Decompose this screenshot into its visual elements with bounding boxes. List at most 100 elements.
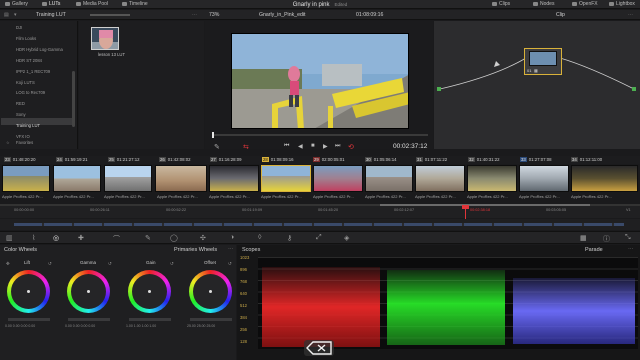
skip-end-icon[interactable]: ⏭ — [335, 143, 340, 150]
rgb-mixer-icon[interactable]: ✚ — [78, 234, 84, 242]
stop-icon[interactable]: ■ — [311, 143, 315, 149]
timeline-playhead-handle[interactable] — [462, 205, 469, 209]
zoom-level[interactable]: 73% — [209, 11, 219, 19]
more-options-icon[interactable]: ⋯ — [192, 11, 197, 19]
lut-thumbnail[interactable] — [91, 27, 119, 50]
reset-lift-icon-right[interactable]: ↺ — [48, 261, 52, 267]
palette-icon[interactable]: ▥ — [6, 234, 13, 242]
lut-folder-item[interactable]: Training LUT — [16, 123, 40, 128]
window-icon[interactable]: ◯ — [170, 234, 178, 242]
tab-nodes[interactable]: Nodes — [533, 1, 554, 7]
scopes-icon[interactable]: ▦ — [580, 234, 587, 242]
timeline-name[interactable]: Gnarly_in_Pink_edit — [259, 11, 305, 19]
lut-folder-item[interactable]: DJI — [16, 25, 22, 30]
timeline-clip-thumbnail[interactable] — [2, 165, 50, 192]
timeline-clip-thumbnail[interactable] — [53, 165, 101, 192]
clip-timecode: 01:07:11:22 — [424, 157, 448, 162]
offset-master-wheel[interactable] — [190, 318, 232, 321]
video-frame[interactable] — [231, 33, 409, 129]
3d-icon[interactable]: ◈ — [344, 234, 349, 242]
offset-values[interactable]: 25.00 25.00 25.00 — [187, 324, 215, 328]
lut-folder-item[interactable]: HDR ST 2084 — [16, 58, 42, 63]
ruler-mark: 00:02:38:18 — [470, 208, 491, 212]
node-mode[interactable]: Clip — [556, 11, 565, 19]
timeline-ruler[interactable]: 00:00:00:00 00:00:26:11 00:00:52:22 00:0… — [0, 204, 640, 218]
viewer-scrubber[interactable] — [213, 134, 428, 136]
lift-master-wheel[interactable] — [8, 318, 50, 321]
lift-wheel[interactable] — [7, 270, 50, 313]
timeline-clip-thumbnail[interactable] — [571, 165, 638, 192]
timeline-clip-thumbnail[interactable] — [415, 165, 465, 192]
tab-clips[interactable]: Clips — [492, 1, 510, 7]
offset-wheel[interactable] — [189, 270, 232, 313]
timeline-clip-thumbnail[interactable] — [155, 165, 207, 192]
lut-folder-item[interactable]: IPP2 1_1 REC709 — [16, 69, 50, 74]
color-picker-icon[interactable]: ✎ — [214, 143, 220, 151]
gain-wheel-indicator[interactable] — [148, 290, 151, 293]
lut-folder-item[interactable]: RED — [16, 101, 25, 106]
panel-options-icon[interactable]: ⋯ — [228, 247, 234, 253]
offset-wheel-indicator[interactable] — [209, 290, 212, 293]
timeline-track[interactable] — [0, 219, 640, 230]
gain-wheel[interactable] — [128, 270, 171, 313]
blur-icon[interactable]: ◊ — [258, 234, 261, 241]
timeline-clip-thumbnail[interactable] — [104, 165, 152, 192]
sizing-icon[interactable]: ⤢ — [316, 234, 322, 242]
node-01[interactable]: 01 ▦ — [524, 48, 562, 75]
reset-offset-icon[interactable]: ↺ — [228, 261, 232, 267]
tracker-icon[interactable]: ✣ — [200, 234, 206, 242]
gain-values[interactable]: 1.00 1.00 1.00 1.00 — [126, 324, 156, 328]
primaries-wheels-title[interactable]: Primaries Wheels — [174, 247, 217, 253]
tab-openfx[interactable]: OpenFX — [572, 1, 598, 7]
favorites-star-icon[interactable]: ☆ — [6, 140, 10, 145]
timeline-clip-thumbnail[interactable] — [365, 165, 413, 192]
favorites-item[interactable]: Favorites — [16, 140, 33, 145]
gamma-wheel[interactable] — [67, 270, 110, 313]
lut-list-scrollbar[interactable] — [72, 71, 75, 127]
lut-folder-item[interactable]: VFX IO — [16, 134, 30, 139]
play-icon[interactable]: ▶ — [323, 143, 328, 150]
scope-options-icon[interactable]: ⋯ — [628, 247, 634, 253]
motion-icon[interactable]: ⌒ — [113, 234, 120, 244]
timeline-clip-thumbnail[interactable] — [467, 165, 517, 192]
info-icon[interactable]: ⓘ — [603, 234, 610, 244]
color-wheels-icon[interactable]: ◎ — [53, 234, 59, 242]
lut-folder-item[interactable]: Film Looks — [16, 36, 36, 41]
lut-folder-item[interactable]: Sony — [16, 112, 26, 117]
gamma-values[interactable]: 0.00 0.00 0.00 0.00 — [65, 324, 95, 328]
timeline-clip-thumbnail[interactable] — [519, 165, 569, 192]
play-reverse-icon[interactable]: ◀ — [298, 143, 303, 150]
timeline-scroll-thumb[interactable] — [380, 204, 590, 206]
loop-marker-icon[interactable]: ⇆ — [243, 143, 249, 151]
thumb-size-slider[interactable] — [90, 14, 130, 16]
scope-scale-label: 384 — [240, 315, 247, 320]
key-icon[interactable]: ⚷ — [287, 234, 292, 242]
reset-gain-icon[interactable]: ↺ — [170, 261, 174, 267]
timeline-clip-thumbnail-selected[interactable] — [261, 165, 311, 192]
sidebar-toggle-icon[interactable]: ▤ — [4, 11, 9, 19]
timeline-clip-thumbnail[interactable] — [313, 165, 363, 192]
lift-values[interactable]: 0.00 0.00 0.00 0.00 — [5, 324, 35, 328]
curves-icon[interactable]: ⌇ — [32, 234, 35, 242]
qualifier-icon[interactable]: ✎ — [145, 234, 151, 242]
more-options-icon-right[interactable]: ⋯ — [628, 11, 633, 19]
lift-wheel-indicator[interactable] — [27, 290, 30, 293]
dropdown-arrow-icon[interactable]: ▾ — [14, 11, 17, 19]
lut-folder-item[interactable]: HDR Hybrid Log-Gamma — [16, 47, 63, 52]
reset-gamma-icon[interactable]: ↺ — [108, 261, 112, 267]
gamma-master-wheel[interactable] — [68, 318, 110, 321]
skip-start-icon[interactable]: ⏮ — [284, 143, 289, 150]
lut-folder-item[interactable]: Koji LUTS — [16, 80, 35, 85]
viewer-playhead[interactable] — [212, 132, 214, 138]
collapse-icon[interactable]: ⤡ — [625, 234, 631, 242]
track-clips-bar[interactable] — [14, 223, 624, 226]
gain-master-wheel[interactable] — [129, 318, 171, 321]
scope-mode-dropdown[interactable]: Parade — [585, 247, 603, 253]
loop-icon[interactable]: ⟲ — [348, 143, 354, 151]
tab-lightbox[interactable]: Lightbox — [609, 1, 635, 7]
magic-mask-icon[interactable]: ◑ — [230, 234, 234, 241]
timeline-clip-thumbnail[interactable] — [209, 165, 259, 192]
gamma-wheel-indicator[interactable] — [87, 290, 90, 293]
lut-folder-item[interactable]: LOG to Rec709 — [16, 90, 45, 95]
reset-lift-icon[interactable]: ✥ — [6, 261, 10, 267]
